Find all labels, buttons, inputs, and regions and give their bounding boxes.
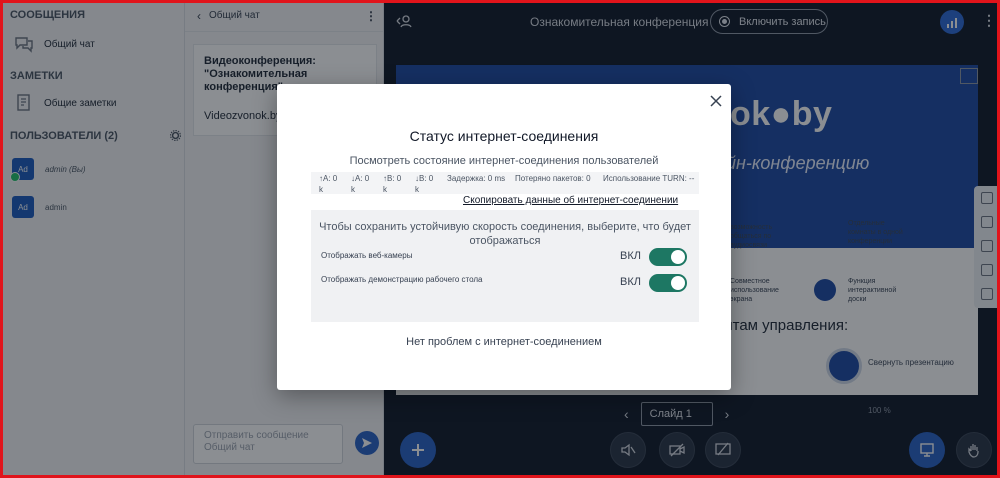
modal-title: Статус интернет-соединения <box>409 128 599 144</box>
close-icon[interactable] <box>709 94 723 108</box>
connection-stats: ↑A: 0 k ↓A: 0 k ↑B: 0 k ↓B: 0 k Задержка… <box>311 172 699 194</box>
connection-status-message: Нет проблем с интернет-соединением <box>406 336 602 348</box>
display-settings-note: Чтобы сохранить устойчивую скорость соед… <box>319 221 691 247</box>
option-label-screenshare: Отображать демонстрацию рабочего стола <box>321 275 483 284</box>
stat-bandwidth-up: ↑B: 0 k <box>383 174 402 194</box>
screenshare-toggle[interactable] <box>649 274 687 292</box>
stat-audio-up: ↑A: 0 k <box>319 174 338 194</box>
stat-audio-down: ↓A: 0 k <box>351 174 370 194</box>
modal-subtitle: Посмотреть состояние интернет-соединения… <box>349 155 659 167</box>
webcams-toggle[interactable] <box>649 248 687 266</box>
stat-latency: Задержка: 0 ms <box>447 174 506 183</box>
option-value-screenshare: ВКЛ <box>620 276 641 288</box>
stat-packets-lost: Потеряно пакетов: 0 <box>515 174 591 183</box>
option-value-webcams: ВКЛ <box>620 250 641 262</box>
copy-connection-data-link[interactable]: Скопировать данные об интернет-соединени… <box>463 195 678 206</box>
connection-status-modal: Статус интернет-соединения Посмотреть со… <box>277 84 731 390</box>
stat-turn-usage: Использование TURN: -- <box>603 174 695 183</box>
option-label-webcams: Отображать веб-камеры <box>321 251 413 260</box>
display-settings-panel: Чтобы сохранить устойчивую скорость соед… <box>311 210 699 322</box>
stat-bandwidth-down: ↓B: 0 k <box>415 174 434 194</box>
